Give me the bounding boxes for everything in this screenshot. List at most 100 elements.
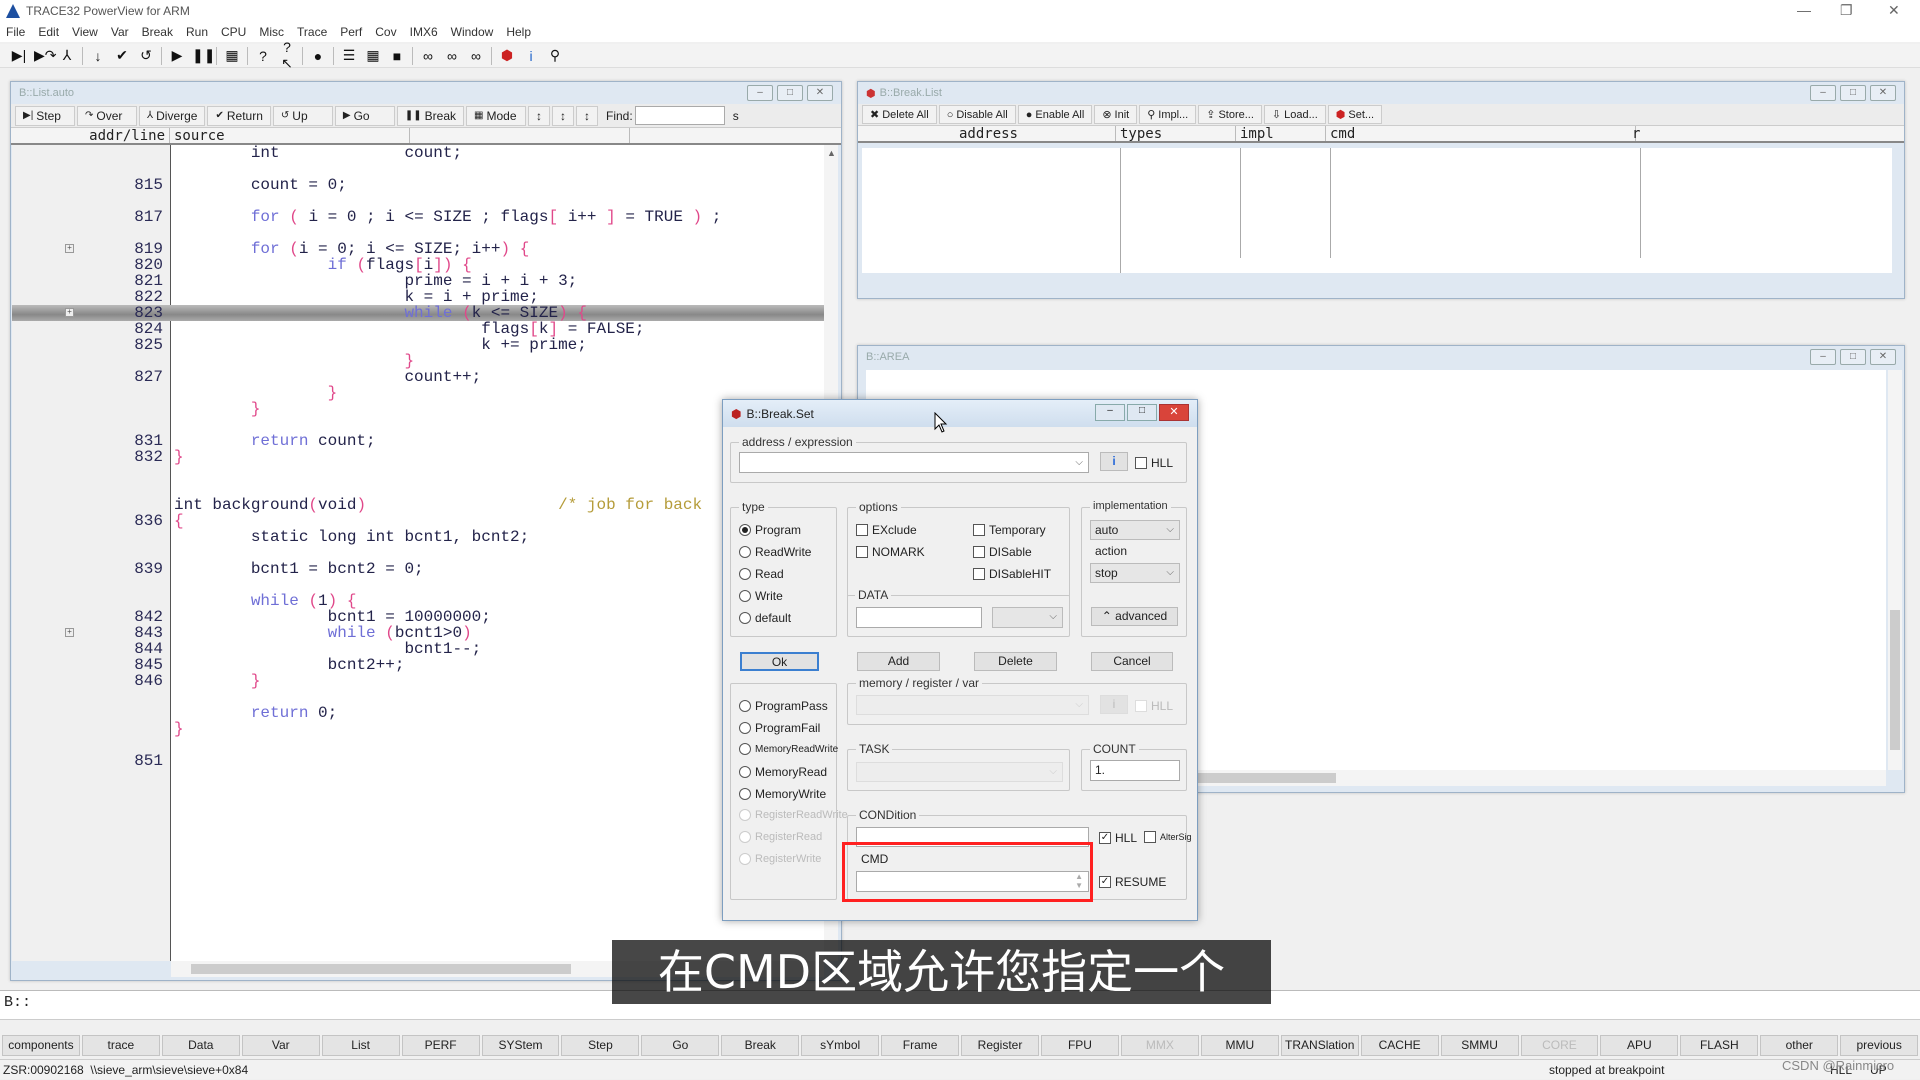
down-arrow-icon[interactable]: ↕ <box>576 105 599 126</box>
menu-file[interactable]: File <box>6 25 25 39</box>
source-line[interactable]: 827 count++; <box>12 369 824 385</box>
add-button[interactable]: Add <box>857 652 940 671</box>
header-r[interactable]: r <box>1628 126 1640 142</box>
expand-icon[interactable]: + <box>65 628 74 637</box>
type-radio-registerwrite[interactable]: RegisterWrite <box>739 853 821 865</box>
type-radio-memoryreadwrite[interactable]: MemoryReadWrite <box>739 743 838 755</box>
type-radio-programpass[interactable]: ProgramPass <box>739 699 828 713</box>
menu-break[interactable]: Break <box>142 25 173 39</box>
source-line[interactable]: } <box>12 353 824 369</box>
menu-view[interactable]: View <box>72 25 98 39</box>
softkey-register[interactable]: Register <box>961 1035 1039 1056</box>
type-radio-registerread[interactable]: RegisterRead <box>739 831 822 843</box>
softkey-data[interactable]: Data <box>161 1035 240 1056</box>
header-address[interactable]: address <box>858 126 1116 142</box>
up-arrow-icon[interactable]: ↕ <box>552 105 575 126</box>
chevron-down-icon[interactable]: ⌵ <box>1075 453 1083 472</box>
softkey-other[interactable]: other <box>1760 1035 1839 1056</box>
minimize-icon[interactable]: – <box>1095 404 1125 421</box>
close-icon[interactable]: ✕ <box>807 85 833 101</box>
load-button[interactable]: ⇩ Load... <box>1263 105 1326 124</box>
area-vertical-scrollbar[interactable] <box>1888 370 1902 770</box>
return-button[interactable]: ✔ Return <box>207 105 271 126</box>
type-radio-write[interactable]: Write <box>739 589 783 603</box>
condition-hll-checkbox[interactable]: ✓ HLL <box>1099 831 1137 845</box>
source-line[interactable] <box>12 577 824 593</box>
menu-cpu[interactable]: CPU <box>221 25 246 39</box>
minimize-icon[interactable]: – <box>747 85 773 101</box>
source-line[interactable]: 831 return count; <box>12 433 824 449</box>
source-line[interactable] <box>12 481 824 497</box>
view3-icon[interactable]: ∞ <box>467 48 485 64</box>
memory-icon[interactable]: ■ <box>388 48 406 64</box>
source-line[interactable]: 823 + while (k <= SIZE) { <box>12 305 824 321</box>
softkey-core[interactable]: CORE <box>1520 1035 1599 1056</box>
minimize-icon[interactable]: – <box>1810 85 1836 101</box>
option-checkbox-disable[interactable]: DISable <box>973 545 1032 559</box>
list-icon[interactable]: ☰ <box>340 47 358 64</box>
header-source[interactable]: source <box>170 128 410 144</box>
find-input[interactable] <box>634 106 725 125</box>
diverge-button[interactable]: ⅄ Diverge <box>139 105 206 126</box>
over-icon[interactable]: ▶↷ <box>34 47 57 64</box>
menu-run[interactable]: Run <box>186 25 208 39</box>
menu-window[interactable]: Window <box>451 25 494 39</box>
resume-checkbox[interactable]: ✓ RESUME <box>1099 875 1166 889</box>
source-line[interactable] <box>12 545 824 561</box>
address-expression-input[interactable]: ⌵ <box>739 452 1089 473</box>
source-line[interactable]: int count; <box>12 145 824 161</box>
go-button[interactable]: ▶ Go <box>334 105 395 126</box>
break-icon[interactable]: ❚❚ <box>192 47 215 64</box>
up-icon[interactable]: ↺ <box>137 47 155 64</box>
option-checkbox-disablehit[interactable]: DISableHIT <box>973 567 1051 581</box>
type-radio-registerreadwrite[interactable]: RegisterReadWrite <box>739 809 848 821</box>
softkey-system[interactable]: SYStem <box>481 1035 560 1056</box>
source-line[interactable] <box>12 193 824 209</box>
breaklist-title-bar[interactable]: ⬢ B::Break.List <box>858 82 1904 104</box>
memory-info-button[interactable]: i <box>1100 695 1128 714</box>
source-line[interactable]: 845 bcnt2++; <box>12 657 824 673</box>
info-button[interactable]: i <box>1100 452 1128 471</box>
type-radio-readwrite[interactable]: ReadWrite <box>739 545 811 559</box>
softkey-list[interactable]: List <box>321 1035 400 1056</box>
source-line[interactable]: 851 <box>12 753 824 769</box>
softkey-perf[interactable]: PERF <box>401 1035 480 1056</box>
ok-button[interactable]: Ok <box>740 652 819 671</box>
memory-select[interactable]: ⌵ <box>856 695 1089 715</box>
source-line[interactable]: 836 { <box>12 513 824 529</box>
store-button[interactable]: ⇪ Store... <box>1198 105 1262 124</box>
wrench-icon[interactable]: ⚲ <box>546 47 564 64</box>
return-icon[interactable]: ✔ <box>113 47 131 64</box>
menu-misc[interactable]: Misc <box>259 25 284 39</box>
go-icon[interactable]: ▶ <box>168 47 186 64</box>
softkey-fpu[interactable]: FPU <box>1040 1035 1119 1056</box>
up-button[interactable]: ↺ Up <box>272 105 333 126</box>
source-line[interactable]: 846 } <box>12 673 824 689</box>
maximize-icon[interactable]: □ <box>1840 349 1866 365</box>
softkey-previous[interactable]: previous <box>1840 1035 1919 1056</box>
source-line[interactable] <box>12 417 824 433</box>
source-line[interactable] <box>12 689 824 705</box>
down-icon[interactable]: ↓ <box>89 48 107 64</box>
area-title-bar[interactable]: B::AREA <box>858 346 1904 368</box>
type-radio-program[interactable]: Program <box>739 523 801 537</box>
softkey-components[interactable]: components <box>2 1035 80 1056</box>
info-icon[interactable]: i <box>522 48 540 64</box>
source-line[interactable]: } <box>12 721 824 737</box>
close-icon[interactable]: ✕ <box>1870 85 1896 101</box>
menu-cov[interactable]: Cov <box>375 25 396 39</box>
source-line[interactable]: 821 prime = i + i + 3; <box>12 273 824 289</box>
break-button[interactable]: ❚❚ Break <box>396 105 465 126</box>
source-line[interactable]: 822 k = i + prime; <box>12 289 824 305</box>
source-line[interactable]: 843 + while (bcnt1>0) <box>12 625 824 641</box>
source-line[interactable]: 832} <box>12 449 824 465</box>
set-button[interactable]: ⬢ Set... <box>1327 105 1383 124</box>
minimize-icon[interactable]: – <box>1810 349 1836 365</box>
task-select[interactable]: ⌵ <box>856 762 1063 782</box>
type-radio-read[interactable]: Read <box>739 567 784 581</box>
restore-icon[interactable]: ❐ <box>1840 2 1853 19</box>
source-line[interactable]: 844 bcnt1--; <box>12 641 824 657</box>
address-hll-checkbox[interactable]: HLL <box>1135 456 1173 470</box>
source-line[interactable]: while (1) { <box>12 593 824 609</box>
cancel-button[interactable]: Cancel <box>1091 652 1173 671</box>
